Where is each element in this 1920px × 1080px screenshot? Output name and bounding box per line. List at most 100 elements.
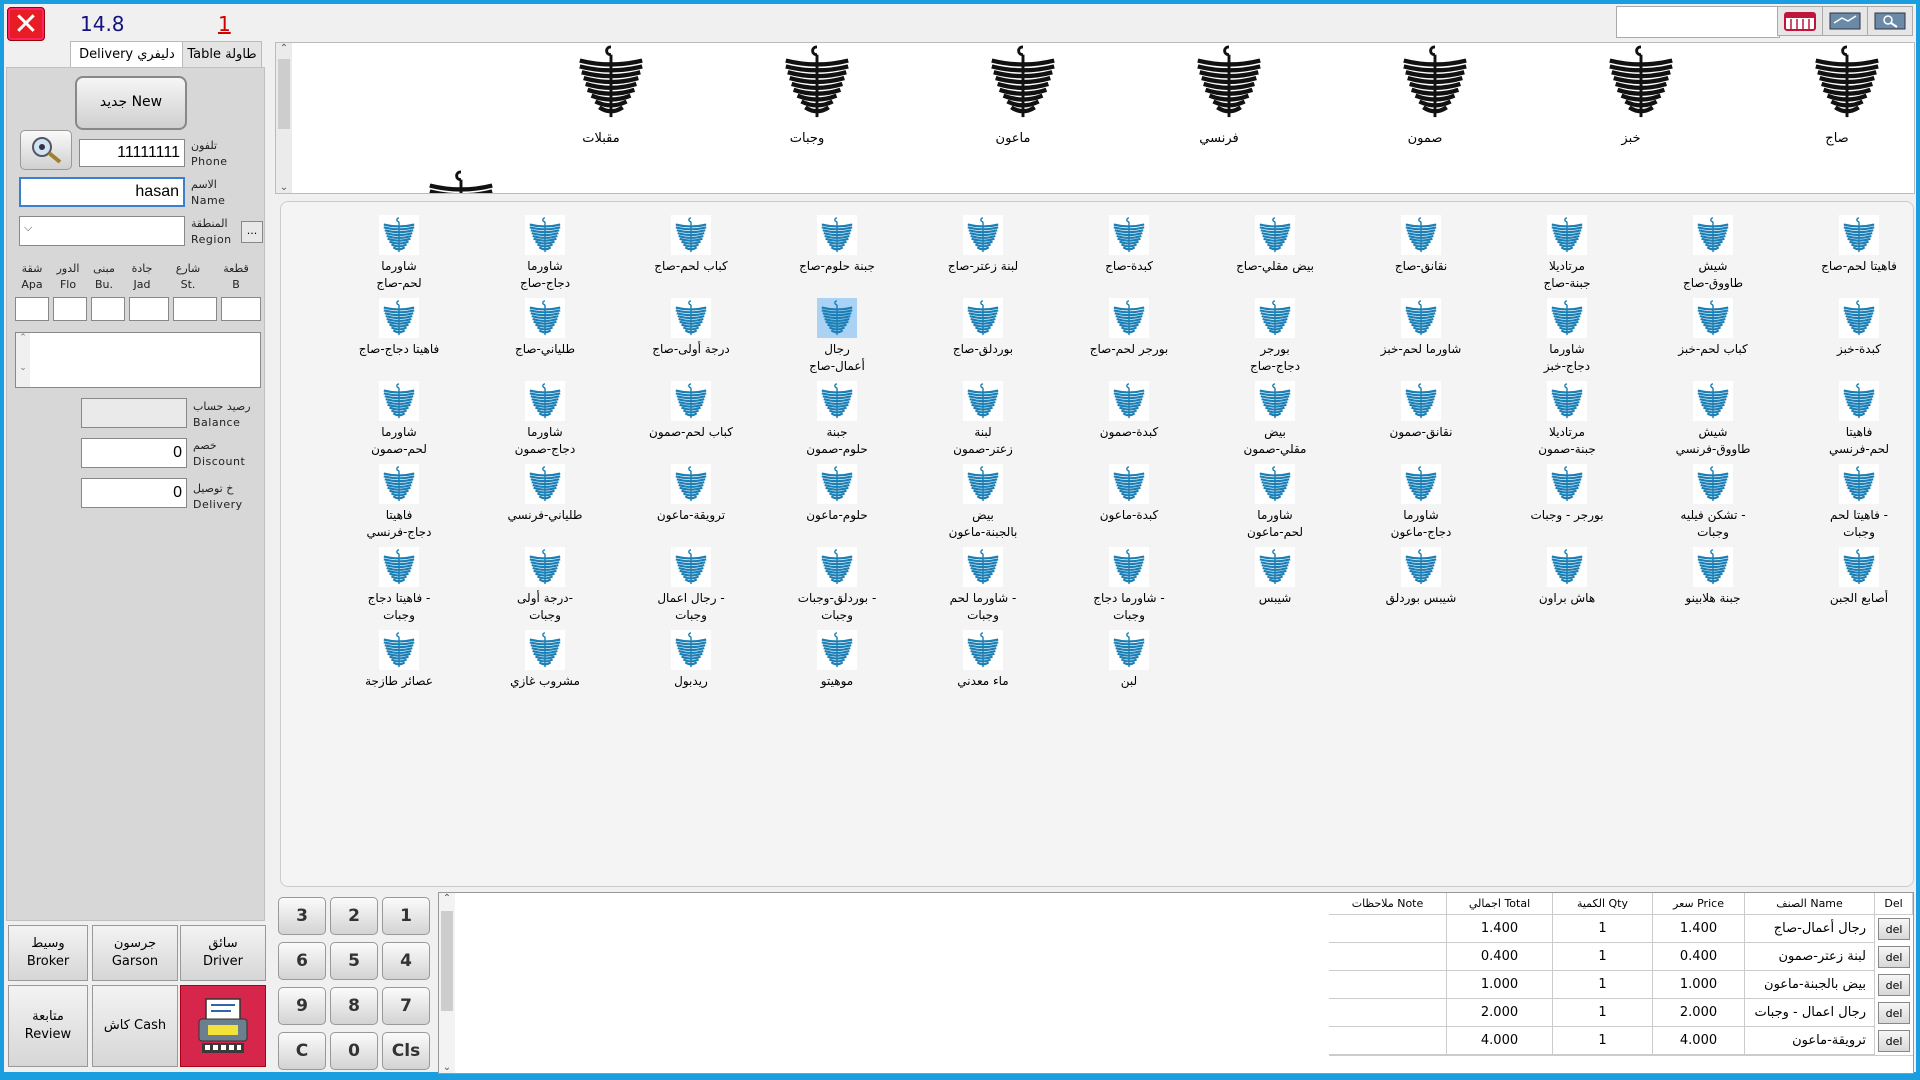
item-r3-c0[interactable]: فاهيتا دجاج-فرنسي bbox=[326, 464, 472, 544]
notes-textarea[interactable]: ⌃ ⌄ bbox=[15, 332, 261, 388]
keypad-key-0[interactable]: 0 bbox=[330, 1032, 378, 1070]
order-count[interactable]: 1 bbox=[218, 12, 231, 36]
order-row-delete-button[interactable]: del bbox=[1878, 1002, 1910, 1024]
category-scroll-thumb[interactable] bbox=[278, 59, 290, 129]
order-scroll-thumb[interactable] bbox=[441, 911, 453, 1011]
order-row-delete-button[interactable]: del bbox=[1878, 1030, 1910, 1052]
item-r0-c6[interactable]: بيض مقلي-صاج bbox=[1202, 215, 1348, 295]
item-r4-c1[interactable]: درجة أولى- وجبات bbox=[472, 547, 618, 627]
item-r2-c3[interactable]: جبنة حلوم-صمون bbox=[764, 381, 910, 461]
screen-button-2[interactable] bbox=[1867, 6, 1913, 36]
item-r2-c1[interactable]: شاورما دجاج-صمون bbox=[472, 381, 618, 461]
cash-button[interactable]: كاش Cash bbox=[92, 985, 178, 1067]
item-r0-c0[interactable]: شاورما لحم-صاج bbox=[326, 215, 472, 295]
calendar-button[interactable] bbox=[1777, 6, 1823, 36]
item-r2-c6[interactable]: بيض مقلي-صمون bbox=[1202, 381, 1348, 461]
item-r5-c1[interactable]: مشروب غازي bbox=[472, 630, 618, 710]
item-r2-c8[interactable]: مرتاديلا جبنة-صمون bbox=[1494, 381, 1640, 461]
item-r0-c7[interactable]: نقانق-صاج bbox=[1348, 215, 1494, 295]
item-r1-c8[interactable]: شاورما دجاج-خبز bbox=[1494, 298, 1640, 378]
order-cell-note[interactable] bbox=[1329, 915, 1447, 943]
item-r1-c0[interactable]: فاهيتا دجاج-صاج bbox=[326, 298, 472, 378]
category-more[interactable] bbox=[396, 168, 506, 193]
item-r0-c2[interactable]: كباب لحم-صاج bbox=[618, 215, 764, 295]
keypad-key-4[interactable]: 4 bbox=[382, 942, 430, 980]
street-input[interactable] bbox=[173, 297, 217, 321]
garson-button[interactable]: جرسون Garson bbox=[92, 925, 178, 981]
item-r3-c5[interactable]: كبدة-ماعون bbox=[1056, 464, 1202, 544]
keypad-key-clear-all[interactable]: Cls bbox=[382, 1032, 430, 1070]
item-r1-c6[interactable]: بورجر دجاج-صاج bbox=[1202, 298, 1348, 378]
item-r3-c3[interactable]: حلوم-ماعون bbox=[764, 464, 910, 544]
broker-button[interactable]: وسيط Broker bbox=[8, 925, 88, 981]
block-input[interactable] bbox=[221, 297, 261, 321]
category-5[interactable]: وجبات bbox=[752, 43, 862, 153]
item-r5-c5[interactable]: لبن bbox=[1056, 630, 1202, 710]
phone-input[interactable] bbox=[79, 139, 185, 167]
order-row-delete-button[interactable]: del bbox=[1878, 918, 1910, 940]
item-r4-c5[interactable]: شاورما دجاج - وجبات bbox=[1056, 547, 1202, 627]
item-r5-c0[interactable]: عصائر طازجة bbox=[326, 630, 472, 710]
review-button[interactable]: متابعة Review bbox=[8, 985, 88, 1067]
item-r3-c4[interactable]: بيض بالجبنة-ماعون bbox=[910, 464, 1056, 544]
item-r1-c5[interactable]: بورجر لحم-صاج bbox=[1056, 298, 1202, 378]
item-r2-c9[interactable]: شيش طاووق-فرنسي bbox=[1640, 381, 1786, 461]
keypad-key-3[interactable]: 3 bbox=[278, 897, 326, 935]
search-input[interactable] bbox=[1616, 6, 1780, 38]
item-r1-c1[interactable]: طلياني-صاج bbox=[472, 298, 618, 378]
region-select[interactable]: ⌵ bbox=[19, 216, 185, 246]
item-r0-c9[interactable]: شيش طاووق-صاج bbox=[1640, 215, 1786, 295]
item-r0-c8[interactable]: مرتاديلا جبنة-صاج bbox=[1494, 215, 1640, 295]
item-r3-c7[interactable]: شاورما دجاج-ماعون bbox=[1348, 464, 1494, 544]
item-r4-c3[interactable]: بوردلق-وجبات - وجبات bbox=[764, 547, 910, 627]
new-order-button[interactable]: جديد New bbox=[75, 76, 187, 130]
category-1[interactable]: خبز bbox=[1576, 43, 1686, 153]
close-button[interactable]: ✕ bbox=[7, 7, 45, 42]
item-r1-c3[interactable]: رجال أعمال-صاج bbox=[764, 298, 910, 378]
keypad-key-5[interactable]: 5 bbox=[330, 942, 378, 980]
name-input[interactable] bbox=[19, 177, 185, 207]
item-r0-c3[interactable]: جبنة حلوم-صاج bbox=[764, 215, 910, 295]
item-r0-c1[interactable]: شاورما دجاج-صاج bbox=[472, 215, 618, 295]
item-r4-c6[interactable]: شيبس bbox=[1202, 547, 1348, 627]
order-cell-note[interactable] bbox=[1329, 1027, 1447, 1055]
order-cell-note[interactable] bbox=[1329, 999, 1447, 1027]
category-2[interactable]: صمون bbox=[1370, 43, 1480, 153]
apartment-input[interactable] bbox=[15, 297, 49, 321]
item-r5-c3[interactable]: موهيتو bbox=[764, 630, 910, 710]
print-receipt-button[interactable] bbox=[180, 985, 266, 1067]
tab-table[interactable]: Table طاولة bbox=[182, 41, 262, 69]
item-r5-c2[interactable]: ريدبول bbox=[618, 630, 764, 710]
keypad-key-8[interactable]: 8 bbox=[330, 987, 378, 1025]
item-r3-c10[interactable]: فاهيتا لحم - وجبات bbox=[1786, 464, 1920, 544]
item-r3-c2[interactable]: ترويقة-ماعون bbox=[618, 464, 764, 544]
category-0[interactable]: صاج bbox=[1782, 43, 1892, 153]
item-r0-c4[interactable]: لبنة زعتر-صاج bbox=[910, 215, 1056, 295]
order-row-delete-button[interactable]: del bbox=[1878, 974, 1910, 996]
item-r2-c4[interactable]: لبنة زعتر-صمون bbox=[910, 381, 1056, 461]
discount-input[interactable] bbox=[81, 438, 187, 468]
order-scrollbar[interactable]: ⌃ ⌄ bbox=[439, 893, 455, 1073]
item-r1-c10[interactable]: كبدة-خبز bbox=[1786, 298, 1920, 378]
item-r1-c9[interactable]: كباب لحم-خبز bbox=[1640, 298, 1786, 378]
item-r2-c0[interactable]: شاورما لحم-صمون bbox=[326, 381, 472, 461]
item-r4-c4[interactable]: شاورما لحم - وجبات bbox=[910, 547, 1056, 627]
keypad-key-6[interactable]: 6 bbox=[278, 942, 326, 980]
item-r2-c2[interactable]: كباب لحم-صمون bbox=[618, 381, 764, 461]
item-r0-c10[interactable]: فاهيتا لحم-صاج bbox=[1786, 215, 1920, 295]
avenue-input[interactable] bbox=[129, 297, 169, 321]
screen-button-1[interactable] bbox=[1822, 6, 1868, 36]
item-r4-c9[interactable]: جبنة هلابينو bbox=[1640, 547, 1786, 627]
category-6[interactable]: مقبلات bbox=[546, 43, 656, 153]
item-r2-c10[interactable]: فاهيتا لحم-فرنسي bbox=[1786, 381, 1920, 461]
item-r3-c6[interactable]: شاورما لحم-ماعون bbox=[1202, 464, 1348, 544]
item-r4-c8[interactable]: هاش براون bbox=[1494, 547, 1640, 627]
item-r2-c5[interactable]: كبدة-صمون bbox=[1056, 381, 1202, 461]
item-r0-c5[interactable]: كبدة-صاج bbox=[1056, 215, 1202, 295]
region-picker-button[interactable]: ... bbox=[241, 221, 263, 243]
item-r4-c2[interactable]: رجال اعمال - وجبات bbox=[618, 547, 764, 627]
category-scrollbar[interactable]: ⌃ ⌄ bbox=[276, 43, 292, 193]
order-cell-note[interactable] bbox=[1329, 943, 1447, 971]
notes-scrollbar[interactable]: ⌃ ⌄ bbox=[16, 333, 30, 387]
item-r4-c10[interactable]: أصابع الجبن bbox=[1786, 547, 1920, 627]
